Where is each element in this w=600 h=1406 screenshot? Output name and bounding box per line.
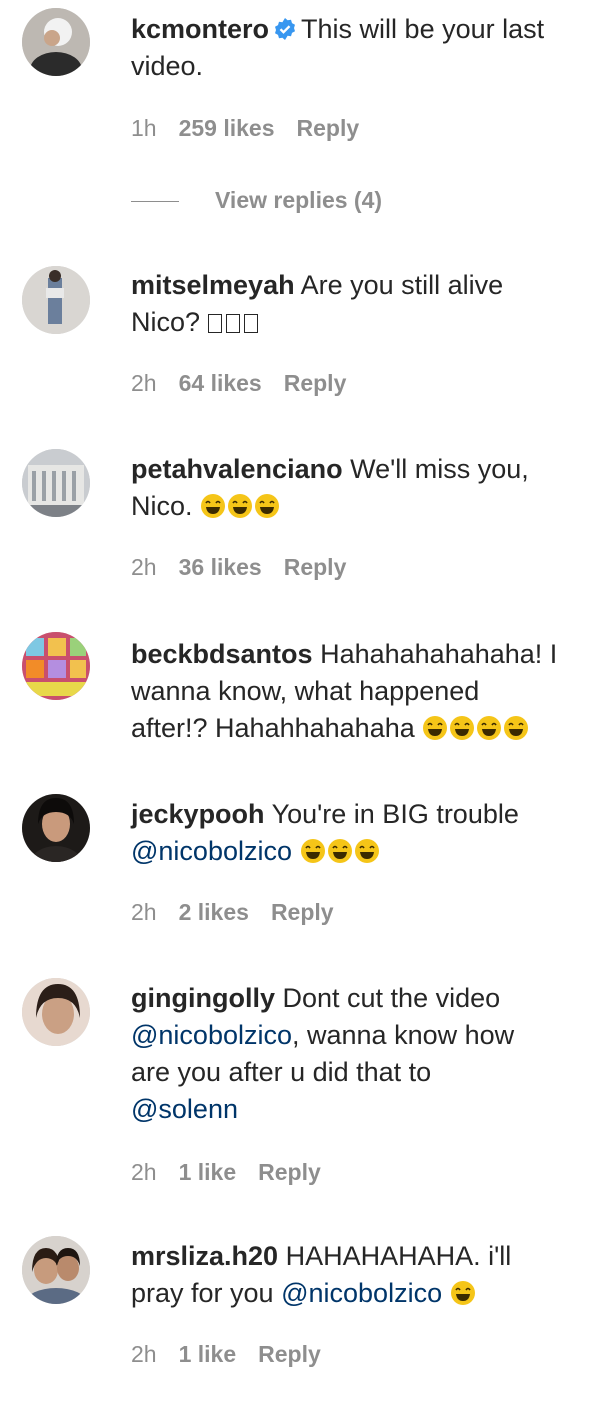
- mention-link[interactable]: @nicobolzico: [131, 836, 292, 866]
- laughing-emoji-icon: [450, 1278, 477, 1308]
- timestamp: 1h: [131, 115, 157, 141]
- likes-count[interactable]: 1 like: [179, 1341, 237, 1367]
- comment-meta: 2h 2 likes Reply: [131, 899, 356, 926]
- comment-body: jeckypooh You're in BIG trouble @nicobol…: [131, 796, 582, 870]
- laughing-emoji-icon: [300, 836, 381, 866]
- mention-link[interactable]: @nicobolzico: [131, 1020, 292, 1050]
- timestamp: 2h: [131, 899, 157, 925]
- comment-body: petahvalenciano We'll miss you, Nico.: [131, 451, 582, 525]
- view-replies-label: View replies (4): [215, 187, 383, 213]
- username[interactable]: mitselmeyah: [131, 270, 295, 300]
- comment-text: We'll miss you,: [350, 454, 529, 484]
- likes-count[interactable]: 36 likes: [179, 554, 262, 580]
- username[interactable]: kcmontero: [131, 14, 269, 44]
- avatar[interactable]: [22, 632, 90, 700]
- comment-text: , wanna know how: [292, 1020, 515, 1050]
- comment-text: wanna know, what happened: [131, 676, 480, 706]
- laughing-emoji-icon: [200, 491, 281, 521]
- reply-button[interactable]: Reply: [258, 1159, 321, 1185]
- missing-glyph-icon: [207, 307, 262, 337]
- comment-text: are you after u did that to: [131, 1057, 432, 1087]
- likes-count[interactable]: 1 like: [179, 1159, 237, 1185]
- mention-link[interactable]: @nicobolzico: [281, 1278, 442, 1308]
- likes-count[interactable]: 259 likes: [179, 115, 275, 141]
- username[interactable]: mrsliza.h20: [131, 1241, 278, 1271]
- reply-button[interactable]: Reply: [258, 1341, 321, 1367]
- username[interactable]: beckbdsantos: [131, 639, 313, 669]
- comment-meta: 2h 64 likes Reply: [131, 370, 368, 397]
- comment-meta: 2h 1 like Reply: [131, 1341, 343, 1368]
- reply-button[interactable]: Reply: [284, 554, 347, 580]
- divider: [131, 201, 179, 203]
- verified-badge-icon: [275, 18, 296, 40]
- comment-body: mrsliza.h20 HAHAHAHAHA. i'll pray for yo…: [131, 1238, 582, 1312]
- laughing-emoji-icon: [422, 713, 530, 743]
- comment-text: Dont cut the video: [282, 983, 501, 1013]
- avatar[interactable]: [22, 449, 90, 517]
- comment-text: This will be your last: [301, 14, 545, 44]
- comment-text: Are you still alive: [300, 270, 504, 300]
- avatar[interactable]: [22, 978, 90, 1046]
- likes-count[interactable]: 2 likes: [179, 899, 249, 925]
- comment-text: Hahahahahahaha! I: [320, 639, 558, 669]
- likes-count[interactable]: 64 likes: [179, 370, 262, 396]
- avatar[interactable]: [22, 794, 90, 862]
- comment-meta: 1h 259 likes Reply: [131, 115, 381, 142]
- comment-body: mitselmeyah Are you still alive Nico?: [131, 267, 582, 341]
- timestamp: 2h: [131, 370, 157, 396]
- reply-button[interactable]: Reply: [271, 899, 334, 925]
- comment-meta: 2h 1 like Reply: [131, 1159, 343, 1186]
- comment-text: Nico?: [131, 307, 201, 337]
- comment-text: You're in BIG trouble: [271, 799, 519, 829]
- avatar[interactable]: [22, 1236, 90, 1304]
- avatar[interactable]: [22, 266, 90, 334]
- timestamp: 2h: [131, 554, 157, 580]
- comment-text: video.: [131, 51, 204, 81]
- avatar[interactable]: [22, 8, 90, 76]
- username[interactable]: gingingolly: [131, 983, 275, 1013]
- comment-meta: 2h 36 likes Reply: [131, 554, 368, 581]
- comment-text: pray for you: [131, 1278, 274, 1308]
- comment-body: beckbdsantos Hahahahahahaha! I wanna kno…: [131, 636, 582, 747]
- comment-body: gingingolly Dont cut the video @nicobolz…: [131, 980, 582, 1128]
- timestamp: 2h: [131, 1341, 157, 1367]
- timestamp: 2h: [131, 1159, 157, 1185]
- comment-text: HAHAHAHAHA. i'll: [285, 1241, 512, 1271]
- username[interactable]: petahvalenciano: [131, 454, 343, 484]
- mention-link[interactable]: @solenn: [131, 1094, 238, 1124]
- view-replies-button[interactable]: View replies (4): [131, 187, 382, 214]
- username[interactable]: jeckypooh: [131, 799, 265, 829]
- reply-button[interactable]: Reply: [297, 115, 360, 141]
- comment-text: after!? Hahahhahahaha: [131, 713, 415, 743]
- comment-body: kcmontero This will be your last video.: [131, 11, 582, 85]
- comment-text: Nico.: [131, 491, 193, 521]
- reply-button[interactable]: Reply: [284, 370, 347, 396]
